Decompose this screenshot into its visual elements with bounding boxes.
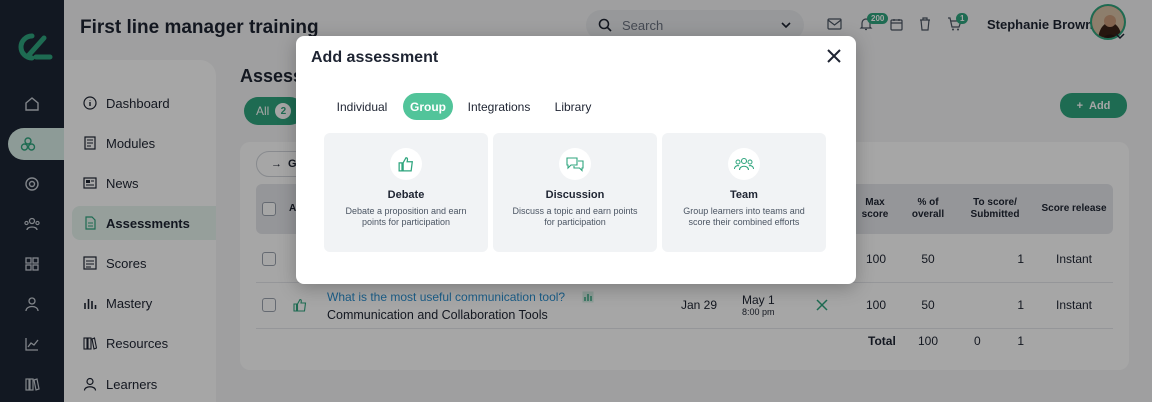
card-discussion[interactable]: Discussion Discuss a topic and earn poin…	[493, 133, 657, 252]
tab-integrations[interactable]: Integrations	[460, 93, 538, 120]
modal-title: Add assessment	[311, 49, 439, 66]
tab-library[interactable]: Library	[548, 93, 598, 120]
tab-individual[interactable]: Individual	[328, 93, 396, 120]
close-icon[interactable]	[826, 48, 842, 64]
card-title: Team	[730, 189, 758, 201]
tab-group[interactable]: Group	[403, 93, 453, 120]
thumbs-up-icon	[390, 148, 422, 180]
chat-bubbles-icon	[559, 148, 591, 180]
add-assessment-modal: Add assessment Individual Group Integrat…	[296, 36, 856, 284]
card-title: Debate	[387, 189, 425, 201]
card-description: Discuss a topic and earn points for part…	[512, 206, 638, 227]
card-description: Debate a proposition and earn points for…	[345, 206, 467, 227]
card-title: Discussion	[545, 189, 605, 201]
card-team[interactable]: Team Group learners into teams and score…	[662, 133, 826, 252]
team-icon	[728, 148, 760, 180]
card-description: Group learners into teams and score thei…	[683, 206, 805, 227]
card-debate[interactable]: Debate Debate a proposition and earn poi…	[324, 133, 488, 252]
